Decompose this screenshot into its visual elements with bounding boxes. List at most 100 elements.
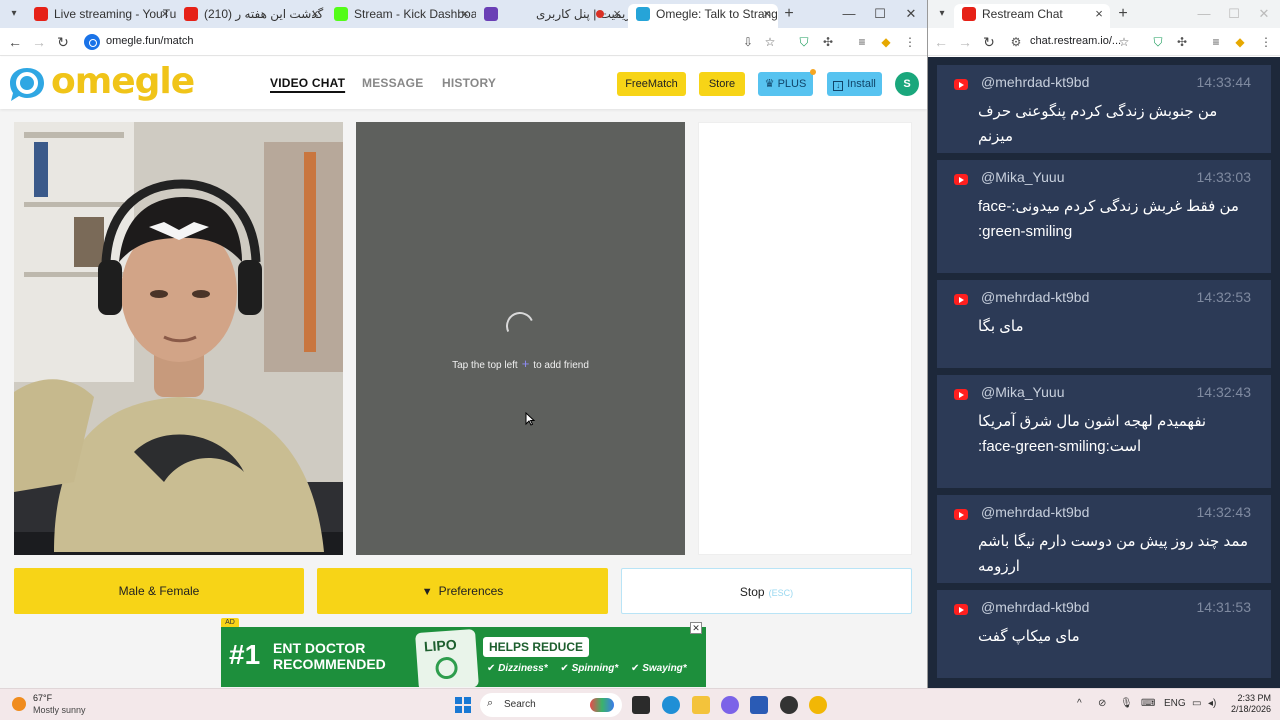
close-tab-icon[interactable]: × [158, 4, 172, 24]
close-tab-icon[interactable]: × [458, 4, 472, 24]
ad-claim: ENT DOCTOR RECOMMENDED [273, 640, 386, 672]
tab-youtube-studio[interactable]: Live streaming - YouTube Stu × [26, 4, 176, 28]
stranger-video-panel[interactable]: Tap the top left + to add friend [356, 122, 685, 555]
show-hidden-icons[interactable]: ^ [1077, 698, 1082, 709]
stop-label: Stop [739, 585, 765, 599]
file-explorer-icon[interactable] [692, 696, 710, 714]
youtube-icon [954, 174, 968, 185]
volume-icon[interactable]: ◂) [1208, 698, 1216, 709]
logo-text: omegle [51, 61, 195, 102]
microphone-icon[interactable]: 🎙 [1120, 698, 1133, 709]
text-chat-panel[interactable] [698, 122, 912, 555]
weather-icon [12, 697, 26, 711]
close-tab-icon[interactable]: × [1092, 4, 1106, 24]
language-indicator[interactable]: ENG [1164, 698, 1186, 709]
minimize-button[interactable]: — [835, 4, 863, 24]
advertisement-banner[interactable]: #1 ENT DOCTOR RECOMMENDED LIPO HELPS RED… [221, 627, 706, 687]
chat-author: @Mika_Yuuu [981, 169, 1065, 185]
network-off-icon[interactable]: ⊘ [1098, 698, 1106, 709]
forward-button[interactable]: → [30, 33, 48, 51]
url-text: chat.restream.io/... [1030, 35, 1122, 47]
ad-close-button[interactable]: ✕ [690, 622, 702, 634]
chat-message: @Mika_Yuuu 14:32:43 نفهمیدم لهجه اشون ما… [937, 375, 1271, 488]
self-camera-feed [14, 122, 343, 555]
freematch-button[interactable]: FreeMatch [617, 72, 686, 96]
install-button[interactable]: ↓ Install [827, 72, 882, 96]
shield-extension-icon[interactable]: ⛉ [1150, 34, 1166, 50]
ad-benefits: Dizziness* Spinning* Swaying* [487, 663, 697, 674]
stop-button[interactable]: Stop (ESC) [621, 568, 912, 614]
tab-remit-panel[interactable]: ریمیت | پنل کاربری × [476, 4, 628, 28]
site-info-icon[interactable] [84, 34, 100, 50]
maximize-button[interactable]: ☐ [866, 4, 894, 24]
store-app-icon[interactable] [750, 696, 768, 714]
ad-item: Swaying* [631, 663, 687, 674]
install-app-icon[interactable]: ⇩ [740, 34, 756, 50]
back-button[interactable]: ← [932, 33, 950, 51]
new-tab-button[interactable]: + [780, 5, 798, 23]
menu-icon[interactable]: ⋮ [1258, 34, 1274, 50]
minimize-button[interactable]: — [1190, 4, 1218, 24]
nav-video-chat[interactable]: VIDEO CHAT [270, 76, 345, 90]
gender-filter-button[interactable]: Male & Female [14, 568, 304, 614]
obs-icon[interactable] [780, 696, 798, 714]
chat-time: 14:33:03 [1196, 169, 1252, 185]
site-info-icon[interactable]: ⚙ [1008, 34, 1024, 50]
tab-youtube-video[interactable]: (210) چ رود گذشت این هفته ر × [176, 4, 326, 28]
bookmark-star-icon[interactable]: ☆ [762, 34, 778, 50]
tab-kick-dashboard[interactable]: Stream - Kick Dashboard × [326, 4, 476, 28]
chat-text: من جنوبش زندگی کردم پنگوعنی حرف میزنم [978, 103, 1218, 145]
nav-message[interactable]: MESSAGE [362, 76, 423, 90]
edge-icon[interactable] [662, 696, 680, 714]
product-image: LIPO [415, 628, 479, 687]
shield-extension-icon[interactable]: ⛉ [796, 34, 812, 50]
tab-search-icon[interactable]: ▾ [6, 6, 22, 22]
taskbar-search[interactable]: ⌕ Search [480, 693, 622, 717]
tab-omegle[interactable]: Omegle: Talk to Stranger × [628, 4, 778, 28]
copilot-icon[interactable] [721, 696, 739, 714]
bookmark-star-icon[interactable]: ☆ [1116, 34, 1132, 50]
media-control-icon[interactable]: ≡ [1208, 34, 1224, 50]
notification-dot [810, 69, 816, 75]
close-window-button[interactable]: ✕ [897, 4, 925, 24]
avatar[interactable]: S [895, 72, 919, 96]
close-tab-icon[interactable]: × [610, 4, 624, 24]
esc-shortcut: (ESC) [768, 588, 794, 598]
tab-search-icon[interactable]: ▾ [934, 6, 950, 22]
tab-restream-chat[interactable]: Restream Chat × [954, 4, 1110, 28]
system-clock[interactable]: 2:33 PM 2/18/2026 [1221, 693, 1271, 715]
profile-icon[interactable]: ◆ [1232, 34, 1248, 50]
menu-icon[interactable]: ⋮ [902, 34, 918, 50]
profile-icon[interactable]: ◆ [878, 34, 894, 50]
reload-button[interactable]: ↻ [980, 33, 998, 51]
back-button[interactable]: ← [6, 33, 24, 51]
chrome-icon[interactable] [809, 696, 827, 714]
plus-button[interactable]: ♛ PLUS [758, 69, 816, 96]
keyboard-icon[interactable]: ⌨ [1141, 698, 1155, 709]
chat-text: ممد چند روز پیش من دوست دارم نیگا باشم ا… [978, 533, 1249, 575]
forward-button[interactable]: → [956, 33, 974, 51]
display-icon[interactable]: ▭ [1192, 698, 1201, 709]
task-view-icon[interactable] [632, 696, 650, 714]
start-button[interactable] [455, 697, 471, 713]
media-control-icon[interactable]: ≡ [854, 34, 870, 50]
weather-description: Mostly sunny [33, 705, 86, 715]
maximize-button[interactable]: ☐ [1220, 4, 1248, 24]
new-tab-button[interactable]: + [1114, 5, 1132, 23]
close-tab-icon[interactable]: × [760, 4, 774, 24]
omegle-browser-window: ▾ Live streaming - YouTube Stu × (210) چ… [0, 0, 927, 688]
windows-taskbar: 67°F Mostly sunny ⌕ Search ^ ⊘ 🎙 ⌨ ENG ▭… [0, 688, 1280, 720]
chat-message: @mehrdad-kt9bd 14:33:44 من جنوبش زندگی ک… [937, 65, 1271, 153]
extensions-icon[interactable]: ✣ [820, 34, 836, 50]
address-bar[interactable]: omegle.fun/match [80, 31, 800, 53]
filter-icon: ▼ [421, 586, 433, 598]
close-tab-icon[interactable]: × [308, 4, 322, 24]
chat-author: @Mika_Yuuu [981, 384, 1065, 400]
preferences-button[interactable]: ▼ Preferences [317, 568, 608, 614]
restream-chat-feed[interactable]: @mehrdad-kt9bd 14:33:44 من جنوبش زندگی ک… [928, 57, 1280, 688]
nav-history[interactable]: HISTORY [442, 76, 496, 90]
close-window-button[interactable]: ✕ [1250, 4, 1278, 24]
reload-button[interactable]: ↻ [54, 33, 72, 51]
store-button[interactable]: Store [699, 72, 745, 96]
extensions-icon[interactable]: ✣ [1174, 34, 1190, 50]
